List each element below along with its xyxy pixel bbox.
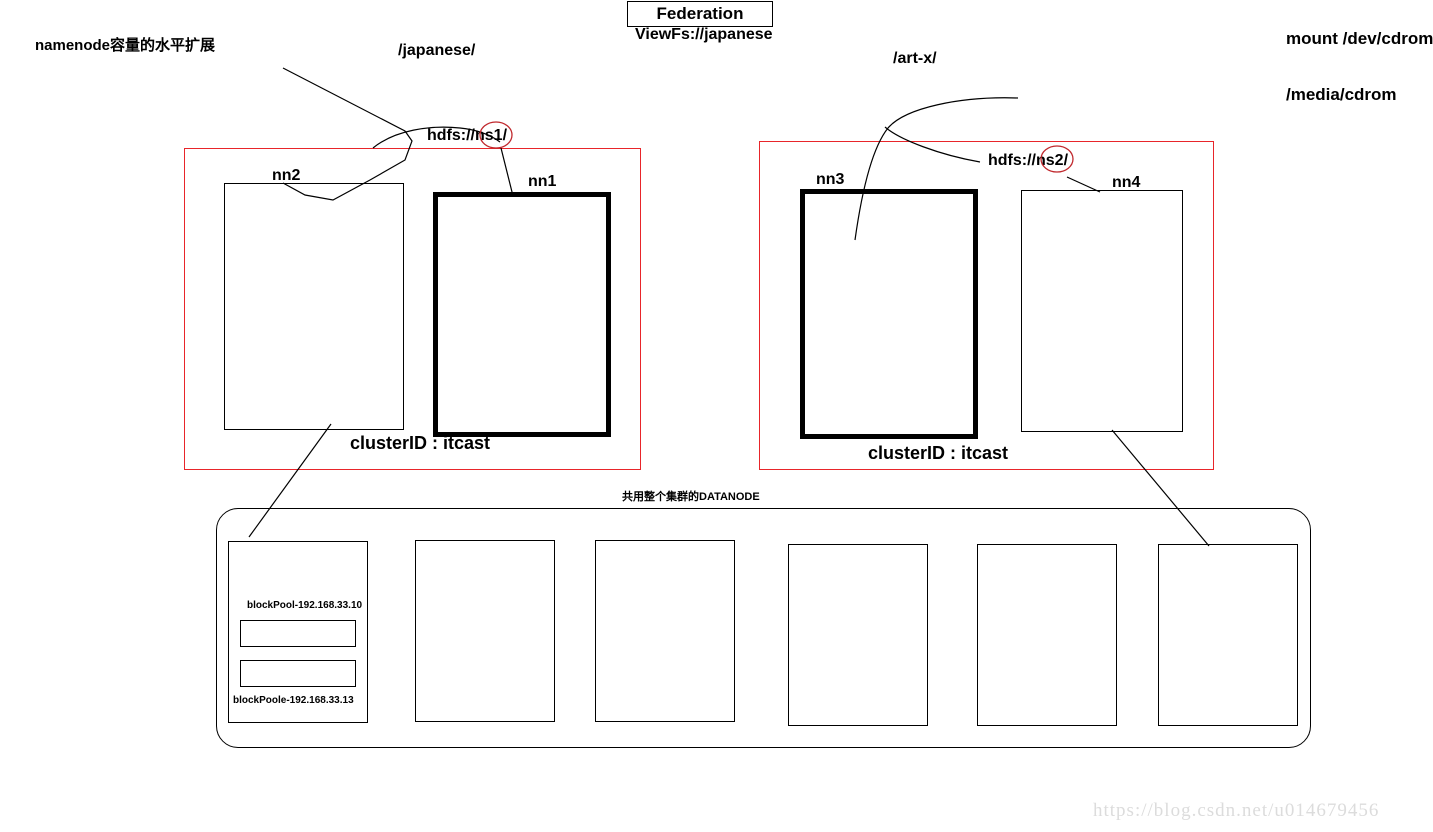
datanode-box-6 [1158, 544, 1298, 726]
ns1-uri-label: hdfs://ns1/ [427, 128, 507, 144]
namenode-nn4-box [1021, 190, 1183, 432]
ns1-uri-circled: ns1 [475, 127, 503, 144]
nn2-label: nn2 [272, 167, 301, 184]
federation-title-box: Federation [627, 1, 773, 27]
scaling-note-label: namenode容量的水平扩展 [35, 37, 216, 54]
datanode-box-2 [415, 540, 555, 722]
artx-path-label: /art-x/ [893, 50, 937, 67]
ns2-clusterid-label: clusterID : itcast [868, 443, 1009, 463]
datanode-box-4 [788, 544, 928, 726]
japanese-path-label: /japanese/ [398, 42, 476, 59]
blockpool-top-label: blockPool-192.168.33.10 [247, 600, 363, 611]
namenode-nn1-box [433, 192, 611, 437]
nn1-label: nn1 [528, 173, 557, 190]
csdn-watermark: https://blog.csdn.net/u014679456 [1093, 800, 1380, 821]
namenode-nn2-box [224, 183, 404, 430]
datanode-note-label: 共用整个集群的DATANODE [622, 491, 760, 503]
datanode-box-5 [977, 544, 1117, 726]
blockpool-slot-bottom [240, 660, 356, 687]
blockpool-slot-top [240, 620, 356, 647]
namenode-nn3-box [800, 189, 978, 439]
ns1-clusterid-label: clusterID : itcast [350, 433, 491, 453]
ns1-uri-prefix: hdfs:// [427, 127, 475, 144]
viewfs-label: ViewFs://japanese [635, 26, 773, 43]
datanode-cluster-container [216, 508, 1311, 748]
datanode-box-3 [595, 540, 735, 722]
nn4-label: nn4 [1112, 174, 1141, 191]
ns1-uri-suffix: / [502, 127, 508, 144]
federation-title-text: Federation [656, 4, 744, 23]
diagram-canvas: namenode容量的水平扩展 /japanese/ /art-x/ Feder… [0, 0, 1433, 832]
nn3-label: nn3 [816, 171, 845, 188]
mount-point-label: /media/cdrom [1286, 85, 1397, 104]
mount-command-label: mount /dev/cdrom [1286, 29, 1433, 48]
blockpool-bottom-label: blockPoole-192.168.33.13 [233, 695, 354, 706]
